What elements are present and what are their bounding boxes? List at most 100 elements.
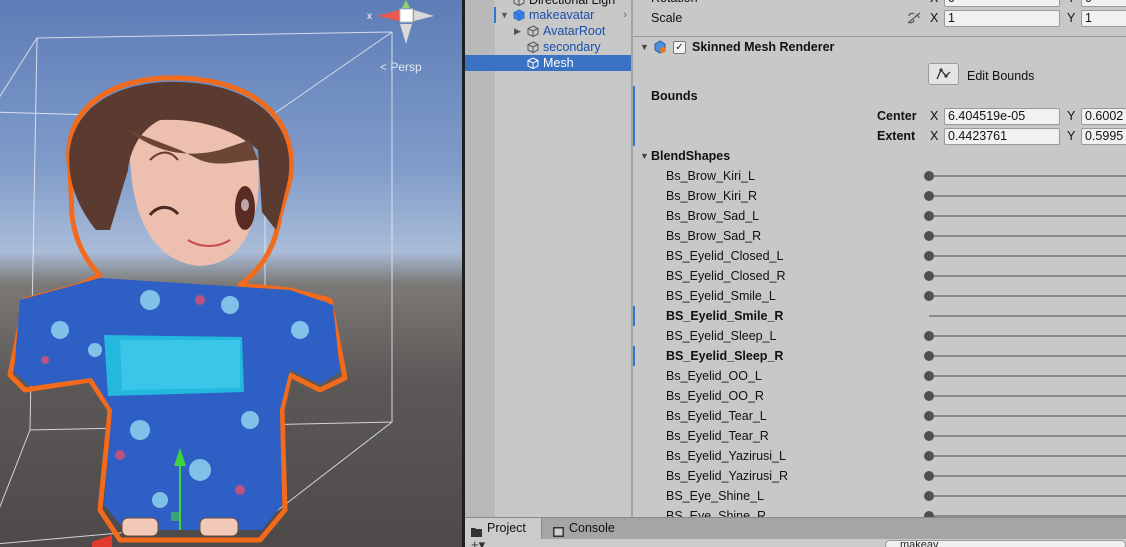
blendshape-slider-track[interactable] bbox=[929, 355, 1126, 357]
blendshape-slider-knob[interactable] bbox=[924, 451, 934, 461]
component-foldout-arrow-icon[interactable]: ▼ bbox=[640, 37, 649, 57]
skinned-mesh-renderer-header[interactable]: ▼ ✓ Skinned Mesh Renderer bbox=[633, 37, 1126, 57]
blendshape-slider-knob[interactable] bbox=[924, 251, 934, 261]
extent-y-field[interactable]: 0.5995 bbox=[1081, 128, 1126, 145]
blendshape-slider-track[interactable] bbox=[929, 495, 1126, 497]
orientation-gizmo[interactable] bbox=[377, 0, 434, 44]
blendshape-slider-knob[interactable] bbox=[924, 331, 934, 341]
edit-bounds-label: Edit Bounds bbox=[967, 69, 1035, 83]
blendshape-slider-track[interactable] bbox=[929, 295, 1126, 297]
hierarchy-item[interactable]: ▼ makeavatar › bbox=[465, 7, 631, 23]
extent-y-axis: Y bbox=[1067, 129, 1076, 143]
blendshape-slider-knob[interactable] bbox=[924, 491, 934, 501]
hierarchy-item[interactable]: secondary bbox=[465, 39, 631, 55]
center-y-field[interactable]: 0.6002 bbox=[1081, 108, 1126, 125]
bounds-modified-marker bbox=[633, 86, 635, 106]
collapsed-arrow-icon[interactable]: ▶ bbox=[514, 23, 521, 39]
prefab-override-marker bbox=[494, 7, 496, 23]
blendshape-row: Bs_Eyelid_Tear_L bbox=[633, 406, 1126, 426]
blendshape-slider-track[interactable] bbox=[929, 435, 1126, 437]
gizmo-x-label: x bbox=[367, 11, 372, 22]
blendshape-slider-knob[interactable] bbox=[924, 471, 934, 481]
blendshape-slider-knob[interactable] bbox=[924, 291, 934, 301]
blendshape-slider-knob[interactable] bbox=[924, 411, 934, 421]
blendshape-slider-knob[interactable] bbox=[924, 371, 934, 381]
hierarchy-item[interactable]: ▶ AvatarRoot bbox=[465, 23, 631, 39]
gameobject-cube-icon bbox=[513, 9, 525, 21]
rotation-x-axis: X bbox=[930, 0, 938, 8]
blendshape-row: BS_Eyelid_Sleep_R bbox=[633, 346, 1126, 366]
edit-bounds-button[interactable] bbox=[928, 63, 959, 85]
hierarchy-item[interactable]: Mesh bbox=[465, 55, 631, 71]
extent-x-field[interactable]: 0.4423761 bbox=[944, 128, 1060, 145]
blendshape-slider-knob[interactable] bbox=[924, 391, 934, 401]
blendshape-slider-track[interactable] bbox=[929, 335, 1126, 337]
blendshape-name: Bs_Eyelid_Yazirusi_R bbox=[666, 469, 789, 483]
persp-label[interactable]: < Persp bbox=[380, 60, 422, 74]
blendshape-name: BS_Eyelid_Sleep_L bbox=[666, 329, 777, 343]
hierarchy-panel: Directional Ligh ▼ makeavatar › ▶ AvatarRoot s… bbox=[465, 0, 631, 517]
blendshape-row: BS_Eyelid_Closed_L bbox=[633, 246, 1126, 266]
create-plus-icon[interactable]: +▾ bbox=[471, 537, 485, 547]
edit-bounds-icon bbox=[936, 68, 951, 80]
blendshape-slider-track[interactable] bbox=[929, 415, 1126, 417]
blendshape-row: Bs_Eyelid_OO_L bbox=[633, 366, 1126, 386]
blendshape-slider-track[interactable] bbox=[929, 275, 1126, 277]
blendshapes-foldout[interactable]: ▼ BlendShapes bbox=[633, 146, 1126, 166]
blendshape-slider-track[interactable] bbox=[929, 375, 1126, 377]
blendshape-slider-knob[interactable] bbox=[924, 171, 934, 181]
scene-canvas[interactable]: x bbox=[0, 0, 462, 547]
blendshape-name: BS_Eyelid_Closed_R bbox=[666, 269, 786, 283]
scale-y-field[interactable]: 1 bbox=[1081, 10, 1126, 27]
blendshapes-foldout-arrow-icon[interactable]: ▼ bbox=[640, 146, 649, 166]
hierarchy-gutter bbox=[465, 0, 495, 517]
blendshape-name: Bs_Eyelid_OO_R bbox=[666, 389, 764, 403]
scene-view[interactable]: x < Persp bbox=[0, 0, 462, 547]
blendshape-slider-knob[interactable] bbox=[924, 271, 934, 281]
tab-project[interactable]: Project bbox=[465, 518, 542, 539]
blendshape-row: Bs_Brow_Sad_R bbox=[633, 226, 1126, 246]
blendshape-name: BS_Eye_Shine_R bbox=[666, 509, 767, 517]
tab-project-label: Project bbox=[487, 521, 526, 535]
blendshape-row: Bs_Eyelid_Yazirusi_R bbox=[633, 466, 1126, 486]
blendshape-slider-track[interactable] bbox=[929, 395, 1126, 397]
blendshape-slider-track[interactable] bbox=[929, 475, 1126, 477]
project-search-input[interactable]: makeav bbox=[885, 540, 1126, 547]
blendshape-slider-track[interactable] bbox=[929, 215, 1126, 217]
center-modified-marker bbox=[633, 106, 635, 126]
blendshape-slider-knob[interactable] bbox=[924, 191, 934, 201]
blendshape-slider-knob[interactable] bbox=[924, 351, 934, 361]
blendshape-slider-knob[interactable] bbox=[924, 231, 934, 241]
blendshape-name: Bs_Eyelid_Tear_R bbox=[666, 429, 769, 443]
scale-x-field[interactable]: 1 bbox=[944, 10, 1060, 27]
center-x-field[interactable]: 6.404519e-05 bbox=[944, 108, 1060, 125]
tab-console[interactable]: Console bbox=[547, 518, 627, 539]
component-enabled-checkbox[interactable]: ✓ bbox=[673, 41, 686, 54]
blendshape-slider-track[interactable] bbox=[929, 195, 1126, 197]
blendshape-slider-track[interactable] bbox=[929, 175, 1126, 177]
scale-x-axis: X bbox=[930, 11, 939, 25]
prefab-open-chevron-icon[interactable]: › bbox=[623, 7, 627, 23]
gameobject-cube-icon bbox=[527, 25, 539, 37]
blendshape-row: BS_Eyelid_Smile_R bbox=[633, 306, 1126, 326]
blendshape-slider-knob[interactable] bbox=[924, 211, 934, 221]
blendshape-slider-track[interactable] bbox=[929, 315, 1126, 317]
blendshapes-label: BlendShapes bbox=[651, 149, 731, 163]
console-icon bbox=[553, 523, 564, 537]
rotation-label: Rotation bbox=[651, 0, 698, 8]
scale-row: Scale X 1 Y 1 bbox=[633, 8, 1126, 28]
blendshape-row: BS_Eye_Shine_L bbox=[633, 486, 1126, 506]
rotation-x-field[interactable]: 0 bbox=[944, 0, 1060, 7]
blendshape-row: Bs_Eyelid_OO_R bbox=[633, 386, 1126, 406]
blendshape-slider-track[interactable] bbox=[929, 235, 1126, 237]
blendshape-slider-track[interactable] bbox=[929, 255, 1126, 257]
blendshape-modified-marker bbox=[633, 306, 635, 326]
rotation-y-field[interactable]: 0 bbox=[1081, 0, 1126, 7]
center-row: Center X 6.404519e-05 Y 0.6002 bbox=[633, 106, 1126, 126]
avatar-model[interactable] bbox=[7, 75, 348, 543]
blendshape-slider-knob[interactable] bbox=[924, 431, 934, 441]
hierarchy-item-label: AvatarRoot bbox=[543, 24, 606, 38]
expanded-arrow-icon[interactable]: ▼ bbox=[500, 7, 509, 23]
constrain-proportions-icon[interactable] bbox=[907, 8, 921, 35]
blendshape-slider-track[interactable] bbox=[929, 455, 1126, 457]
